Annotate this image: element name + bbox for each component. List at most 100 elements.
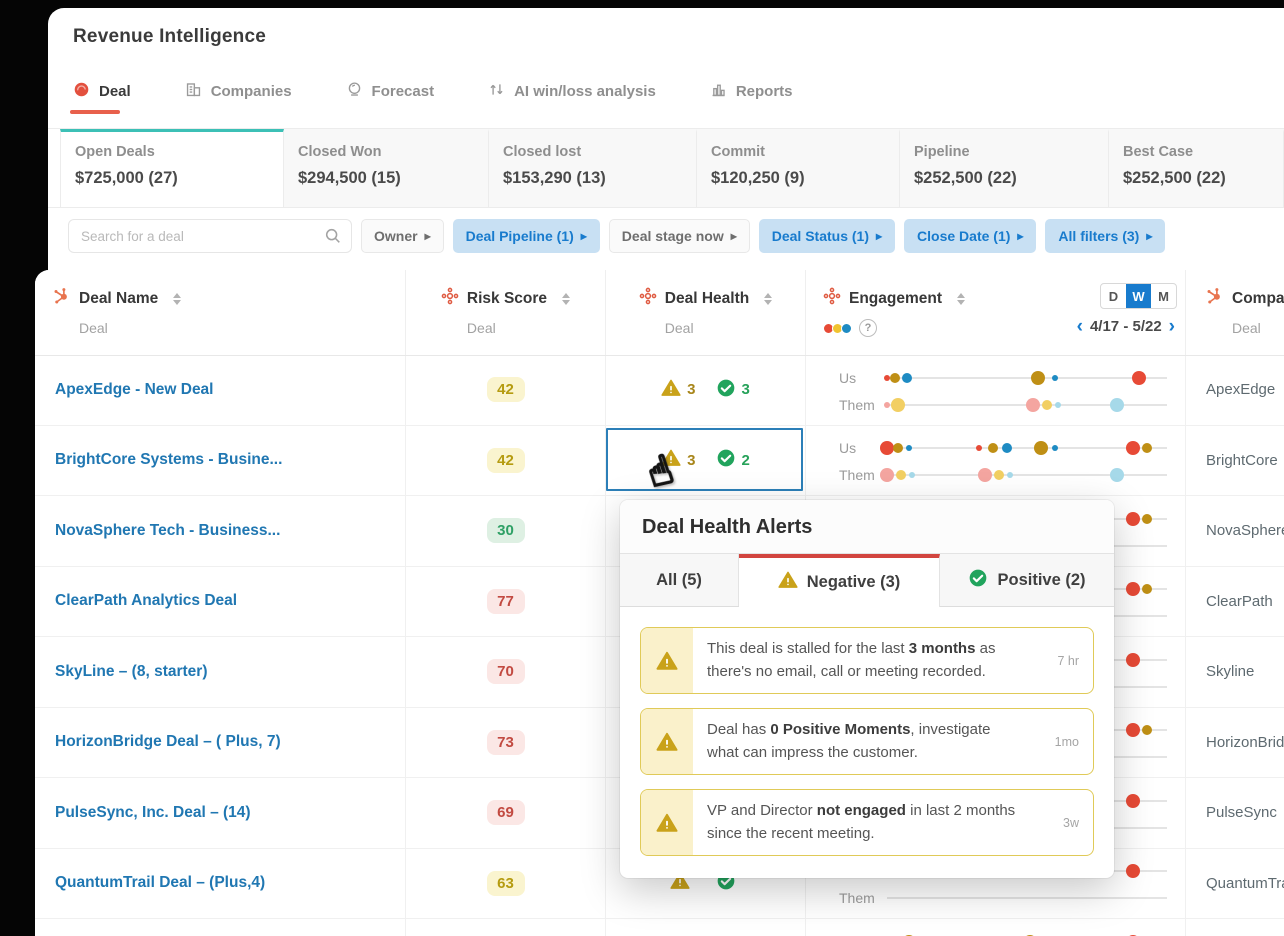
- caret-icon: ▸: [581, 230, 587, 242]
- popup-tabs: All (5) Negative (3) Positive (2): [620, 554, 1114, 607]
- sort-arrows[interactable]: [957, 293, 965, 305]
- toggle-day[interactable]: D: [1101, 284, 1126, 308]
- search-input[interactable]: [69, 220, 351, 252]
- column-header-risk-score[interactable]: Risk Score Deal: [405, 270, 605, 355]
- alert-card: This deal is stalled for the last 3 mont…: [640, 627, 1094, 694]
- column-title: Deal Name: [79, 290, 158, 308]
- filter-deal-status[interactable]: Deal Status (1)▸: [759, 219, 895, 253]
- deal-health-cell[interactable]: 3 3: [605, 355, 805, 425]
- engagement-timeline-us[interactable]: [887, 447, 1167, 449]
- summary-card-best-case[interactable]: Best Case $252,500 (22): [1109, 129, 1284, 207]
- engagement-timeline-us[interactable]: [887, 377, 1167, 379]
- popup-alert-list: This deal is stalled for the last 3 mont…: [620, 607, 1114, 878]
- check-icon: [716, 448, 736, 472]
- summary-value: $725,000 (27): [75, 169, 283, 188]
- chevron-right-icon[interactable]: ›: [1169, 317, 1175, 336]
- engagement-cell[interactable]: Us Them: [805, 919, 1185, 936]
- summary-card-commit[interactable]: Commit $120,250 (9): [697, 129, 900, 207]
- deal-name-link[interactable]: SkyLine – (8, starter): [55, 637, 395, 707]
- summary-card-open-deals[interactable]: Open Deals $725,000 (27): [60, 129, 284, 207]
- engagement-dot: [1055, 402, 1061, 408]
- chip-label: Owner: [374, 228, 418, 244]
- column-header-company[interactable]: Company Deal: [1185, 270, 1284, 355]
- engagement-timeline-them[interactable]: [887, 474, 1167, 476]
- popup-tab-label: All (5): [656, 571, 702, 590]
- column-subtitle: Deal: [665, 320, 772, 336]
- chevron-left-icon[interactable]: ‹: [1077, 317, 1083, 336]
- engagement-dot: [880, 468, 894, 482]
- sort-arrows[interactable]: [764, 293, 772, 305]
- help-icon[interactable]: ?: [859, 319, 877, 337]
- summary-card-closed-lost[interactable]: Closed lost $153,290 (13): [489, 129, 697, 207]
- engagement-cell[interactable]: Us Them: [805, 426, 1185, 496]
- chip-label: Deal Pipeline (1): [466, 228, 574, 244]
- summary-card-closed-won[interactable]: Closed Won $294,500 (15): [284, 129, 489, 207]
- positive-alerts: 2: [716, 448, 750, 472]
- engagement-timeline-them[interactable]: [887, 897, 1167, 899]
- company-cell: ClearPath: [1185, 567, 1284, 637]
- selected-cell-outline: [606, 428, 803, 492]
- check-icon: [968, 568, 988, 593]
- filter-owner[interactable]: Owner▸: [361, 219, 444, 253]
- negative-count: 3: [687, 381, 695, 398]
- engagement-dot: [891, 398, 905, 412]
- tab-label: Reports: [736, 83, 793, 100]
- deal-name-link[interactable]: QuantumTrail Deal – (Plus,4): [55, 849, 395, 919]
- summary-card-pipeline[interactable]: Pipeline $252,500 (22): [900, 129, 1109, 207]
- toggle-month[interactable]: M: [1151, 284, 1176, 308]
- toggle-week[interactable]: W: [1126, 284, 1151, 308]
- tab-deal[interactable]: Deal: [73, 81, 131, 102]
- table-row[interactable]: Us Them: [35, 919, 1284, 936]
- caret-icon: ▸: [1146, 230, 1152, 242]
- sort-arrows[interactable]: [562, 293, 570, 305]
- engagement-cell[interactable]: Us Them: [805, 355, 1185, 425]
- table-row[interactable]: ApexEdge - New Deal 42 3 3 Us Them A: [35, 355, 1284, 426]
- chip-label: Deal stage now: [622, 228, 724, 244]
- filter-deal-pipeline[interactable]: Deal Pipeline (1) ▸: [453, 219, 600, 253]
- deal-name-link[interactable]: ClearPath Analytics Deal: [55, 567, 395, 637]
- deal-name-link[interactable]: ApexEdge - New Deal: [55, 355, 395, 425]
- filter-deal-stage[interactable]: Deal stage now▸: [609, 219, 750, 253]
- deal-health-alerts-popup: Deal Health Alerts All (5) Negative (3) …: [620, 500, 1114, 878]
- company-cell: [1185, 919, 1284, 936]
- deal-name-link[interactable]: HorizonBridge Deal – ( Plus, 7): [55, 708, 395, 778]
- tab-ai-winloss[interactable]: AI win/loss analysis: [488, 81, 656, 102]
- engagement-dot: [896, 470, 906, 480]
- deal-name-link[interactable]: PulseSync, Inc. Deal – (14): [55, 778, 395, 848]
- deal-name-link[interactable]: [55, 919, 395, 936]
- deal-health-cell[interactable]: 3 2: [605, 426, 805, 496]
- risk-score-badge: 69: [487, 800, 525, 825]
- popup-tab-all[interactable]: All (5): [620, 554, 739, 606]
- caret-icon: ▸: [1017, 230, 1023, 242]
- positive-alerts: 3: [716, 378, 750, 402]
- gong-icon: [823, 287, 841, 310]
- filter-close-date[interactable]: Close Date (1)▸: [904, 219, 1036, 253]
- engagement-timeline-them[interactable]: [887, 404, 1167, 406]
- summary-value: $252,500 (22): [914, 169, 1108, 188]
- column-title: Risk Score: [467, 290, 547, 308]
- tab-forecast[interactable]: Forecast: [346, 81, 435, 102]
- column-subtitle: Deal: [79, 320, 181, 336]
- popup-tab-negative[interactable]: Negative (3): [739, 554, 940, 607]
- legend-dot-blue: [841, 323, 852, 334]
- tab-reports[interactable]: Reports: [710, 81, 793, 102]
- company-cell: ApexEdge: [1185, 355, 1284, 425]
- filter-all-filters[interactable]: All filters (3) ▸: [1045, 219, 1165, 253]
- chip-label: All filters (3): [1058, 228, 1139, 244]
- deal-name-link[interactable]: NovaSphere Tech - Business...: [55, 496, 395, 566]
- deal-search: [68, 219, 352, 253]
- engagement-label-us: Us: [839, 370, 887, 386]
- deal-health-cell[interactable]: [605, 919, 805, 936]
- column-header-deal-name[interactable]: Deal Name Deal: [35, 270, 405, 355]
- column-header-deal-health[interactable]: Deal Health Deal: [605, 270, 805, 355]
- sort-arrows[interactable]: [173, 293, 181, 305]
- gong-icon: [639, 287, 657, 310]
- risk-score-cell: 69: [405, 778, 605, 848]
- warning-icon: [641, 790, 693, 855]
- deal-name-link[interactable]: BrightCore Systems - Busine...: [55, 426, 395, 496]
- tab-companies[interactable]: Companies: [185, 81, 292, 102]
- filter-bar: Owner▸ Deal Pipeline (1)▸ Deal stage now…: [68, 218, 1284, 254]
- hubspot-icon: [53, 287, 71, 310]
- popup-tab-positive[interactable]: Positive (2): [940, 554, 1114, 606]
- column-header-engagement[interactable]: Engagement ? D W M ‹ 4/17 - 5: [805, 270, 1185, 355]
